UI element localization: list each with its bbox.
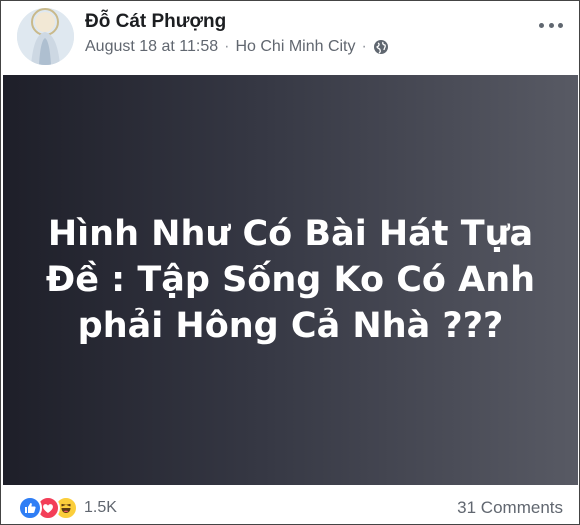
avatar[interactable] <box>17 8 74 65</box>
globe-icon[interactable] <box>373 39 389 55</box>
post-location[interactable]: Ho Chi Minh City <box>235 38 355 56</box>
meta-separator: · <box>224 38 230 55</box>
post-footer: 1.5K 31 Comments <box>1 487 579 525</box>
post-image[interactable]: Hình Như Có Bài Hát Tựa Đề : Tập Sống Ko… <box>3 75 578 485</box>
post-header: Đỗ Cát Phượng August 18 at 11:58 · Ho Ch… <box>1 1 579 73</box>
meta-separator: · <box>361 38 367 55</box>
comments-count[interactable]: 31 Comments <box>457 498 563 518</box>
like-icon <box>18 496 42 520</box>
post-date[interactable]: August 18 at 11:58 <box>85 38 218 56</box>
post-meta: August 18 at 11:58 · Ho Chi Minh City · <box>85 38 389 56</box>
author-name[interactable]: Đỗ Cát Phượng <box>85 11 226 33</box>
reactions-summary[interactable]: 1.5K <box>18 496 117 520</box>
more-options-icon[interactable] <box>539 15 563 35</box>
post-content-text: Hình Như Có Bài Hát Tựa Đề : Tập Sống Ko… <box>45 214 536 346</box>
facebook-post: Đỗ Cát Phượng August 18 at 11:58 · Ho Ch… <box>0 0 580 525</box>
reaction-count[interactable]: 1.5K <box>84 499 117 517</box>
